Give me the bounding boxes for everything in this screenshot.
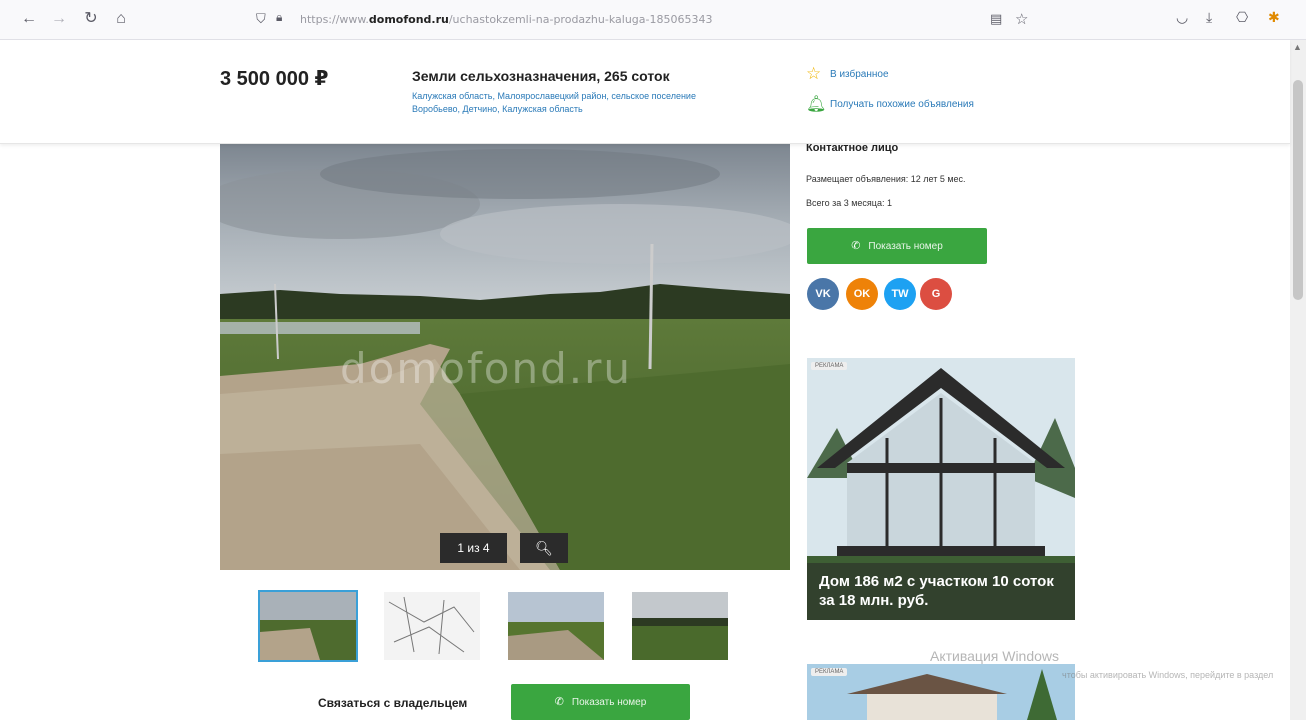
ad-badge: РЕКЛАМА	[811, 668, 848, 676]
listing-title: Земли сельхозназначения, 265 соток	[412, 68, 670, 84]
show-phone-label: Показать номер	[868, 241, 943, 252]
url-domain: domofond.ru	[368, 13, 449, 26]
share-google-icon[interactable]: G	[920, 278, 952, 310]
reader-view-icon[interactable]: ▤	[990, 11, 1002, 27]
reload-icon[interactable]: ↻	[80, 8, 102, 30]
thumbnail-1[interactable]	[258, 590, 358, 662]
show-phone-button-bottom[interactable]: ✆ Показать номер	[511, 684, 690, 720]
ad-banner-second[interactable]: РЕКЛАМА	[807, 664, 1075, 720]
thumbnail-3[interactable]	[508, 592, 604, 660]
scrollbar-thumb[interactable]	[1293, 80, 1303, 300]
favorites-label: В избранное	[830, 69, 889, 80]
posting-since: Размещает объявления: 12 лет 5 мес.	[806, 174, 966, 184]
url-prefix: https://www.	[300, 13, 369, 26]
show-phone-button[interactable]: ✆ Показать номер	[807, 228, 987, 264]
listing-price: 3 500 000 ₽	[220, 68, 329, 90]
similar-label: Получать похожие объявления	[830, 99, 974, 110]
listing-sticky-header: 3 500 000 ₽ Земли сельхозназначения, 265…	[0, 40, 1290, 144]
browser-toolbar: ← → ↻ ⌂ ⛉ 🔒︎ https://www.domofond.ru/uch…	[0, 0, 1306, 40]
magnifier-icon: 🔍︎	[535, 540, 553, 556]
share-ok-icon[interactable]: OK	[846, 278, 878, 310]
ad-caption: Дом 186 м2 с участком 10 соток за 18 млн…	[819, 573, 1054, 609]
tracking-shield-icon[interactable]: ⛉	[256, 11, 266, 27]
address-bar[interactable]: ⛉ 🔒︎ https://www.domofond.ru/uchastokzem…	[250, 6, 1060, 34]
main-photo[interactable]: domofond.ru 1 из 4 🔍︎	[220, 144, 790, 570]
downloads-icon[interactable]: ⤓	[1206, 9, 1212, 26]
listing-location-link[interactable]: Калужская область, Малоярославецкий райо…	[412, 90, 742, 116]
ad-banner-house[interactable]: РЕКЛАМА Дом 186 м2 с участком 10 соток з…	[807, 358, 1075, 620]
lock-icon[interactable]: 🔒︎	[276, 10, 282, 25]
phone-icon: ✆	[554, 696, 564, 708]
show-phone-label: Показать номер	[571, 697, 647, 708]
notification-icon[interactable]: ✱	[1268, 9, 1280, 26]
ad-badge: РЕКЛАМА	[811, 362, 848, 370]
pocket-icon[interactable]: ◡	[1176, 9, 1188, 26]
phone-icon: ✆	[851, 240, 861, 252]
total-three-months: Всего за 3 месяца: 1	[806, 198, 892, 208]
house-illustration-2	[807, 664, 1075, 720]
thumbnail-2[interactable]	[384, 592, 480, 660]
star-icon: ☆	[806, 64, 822, 83]
share-vk-icon[interactable]: VK	[807, 278, 839, 310]
zoom-button[interactable]: 🔍︎	[520, 533, 568, 563]
extensions-icon[interactable]: ⎔	[1236, 9, 1248, 26]
thumbnail-4[interactable]	[632, 592, 728, 660]
forward-icon[interactable]: →	[48, 8, 70, 30]
back-icon[interactable]: ←	[18, 8, 40, 30]
bell-icon: 🔔︎	[806, 96, 827, 113]
windows-activation-hint: чтобы активировать Windows, перейдите в …	[1062, 670, 1274, 680]
url-text[interactable]: https://www.domofond.ru/uchastokzemli-na…	[300, 13, 712, 26]
home-icon[interactable]: ⌂	[110, 8, 132, 30]
contact-owner-label: Связаться с владельцем	[318, 696, 468, 710]
url-path: /uchastokzemli-na-prodazhu-kaluga-185065…	[448, 13, 713, 26]
bookmark-star-icon[interactable]: ☆	[1015, 10, 1028, 28]
windows-activation-title: Активация Windows	[930, 648, 1060, 664]
page-scrollbar[interactable]: ▲	[1290, 40, 1306, 720]
photo-watermark: domofond.ru	[340, 344, 632, 393]
photo-counter: 1 из 4	[440, 533, 507, 563]
scroll-up-icon[interactable]: ▲	[1293, 42, 1302, 52]
share-twitter-icon[interactable]: TW	[884, 278, 916, 310]
